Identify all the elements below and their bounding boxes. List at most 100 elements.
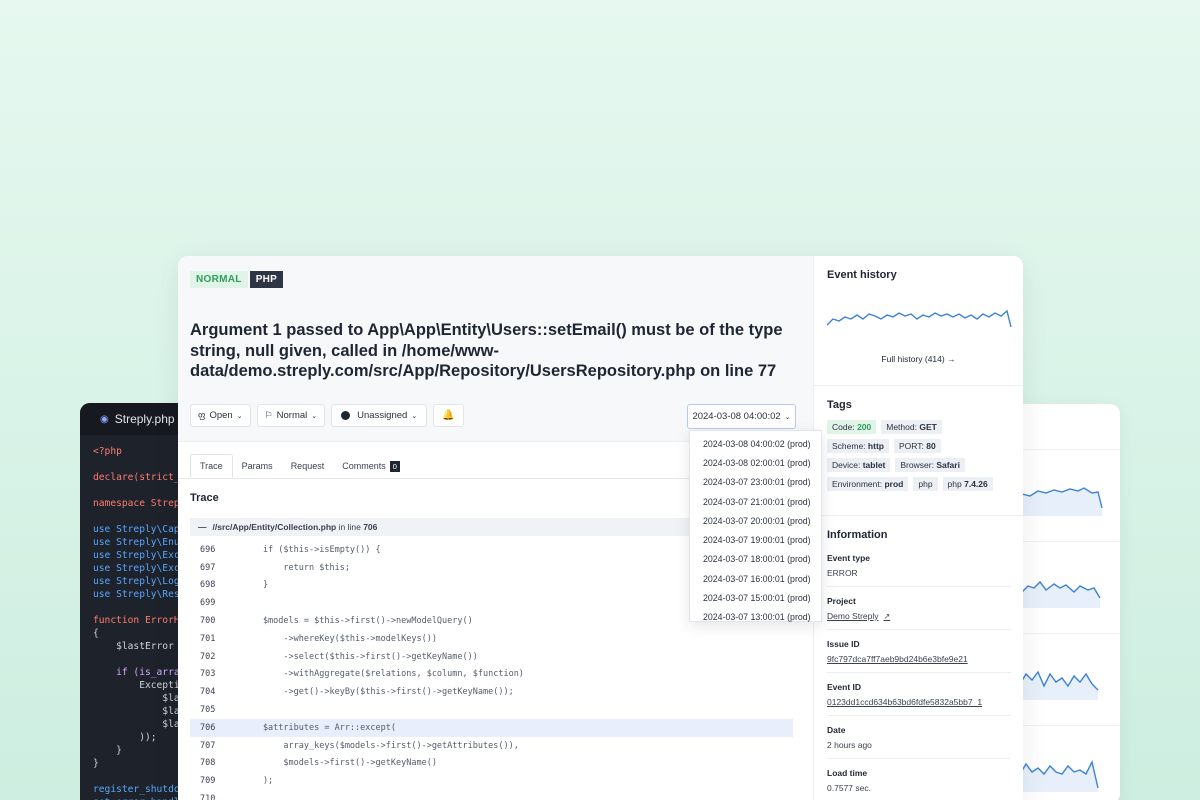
event-date-option[interactable]: 2024-03-07 21:00:01 (prod) (690, 492, 821, 511)
code-line: 702 ->select($this->first()->getKeyName(… (190, 648, 793, 666)
line-number: 701 (200, 633, 216, 644)
info-value[interactable]: Demo Streply ↗ (827, 611, 1011, 621)
info-value-text: 0.7577 sec. (827, 783, 871, 793)
tag-environment[interactable]: Environment: prod (827, 477, 909, 491)
line-code: array_keys($models->first()->getAttribut… (222, 740, 519, 751)
tag-value: 200 (857, 422, 872, 432)
info-value-text: Demo Streply (827, 611, 879, 621)
event-date-option[interactable]: 2024-03-07 23:00:01 (prod) (690, 473, 821, 492)
event-date-option[interactable]: 2024-03-07 16:00:01 (prod) (690, 569, 821, 588)
tag-value: Safari (936, 460, 960, 470)
info-row: Project Demo Streply ↗ (827, 587, 1011, 630)
info-value-text: ERROR (827, 568, 858, 578)
tags-title: Tags (827, 399, 852, 411)
info-value-text: 0123dd1ccd634b63bd6fdfe5832a5bb7_1 (827, 697, 983, 707)
chevron-down-icon: ⌄ (411, 412, 418, 420)
event-date-option[interactable]: 2024-03-07 15:00:01 (prod) (690, 588, 821, 607)
line-code: ->whereKey($this->modelKeys()) (222, 633, 437, 644)
tag-key: Environment: (832, 479, 883, 489)
status-dropdown[interactable]: ფ Open ⌄ (190, 404, 251, 427)
code-line: 710 (190, 790, 793, 800)
info-key: Load time (827, 768, 868, 778)
tag-key: PORT: (898, 441, 924, 451)
php-file-icon: ◉ (100, 413, 109, 425)
chevron-down-icon: ⌄ (784, 413, 791, 421)
external-link-icon: ↗ (883, 612, 891, 621)
tab-params[interactable]: Params (233, 454, 282, 478)
collapse-icon[interactable]: — (198, 522, 207, 532)
tab-request[interactable]: Request (282, 454, 334, 478)
tab-trace[interactable]: Trace (190, 454, 233, 478)
notify-button[interactable]: 🔔 (433, 404, 464, 427)
tag-value: prod (884, 479, 904, 489)
line-number: 703 (200, 669, 216, 680)
tag-php-version[interactable]: php 7.4.26 (942, 477, 993, 491)
line-code: } (222, 580, 269, 591)
tag-browser[interactable]: Browser: Safari (895, 458, 965, 472)
tab-comments[interactable]: Comments 0 (333, 454, 409, 478)
code-line: 705 (190, 701, 793, 719)
in-line-label: in line (338, 522, 361, 532)
line-number: 704 (200, 687, 216, 698)
issue-actions: ფ Open ⌄ ⚐ Normal ⌄ Unassigned ⌄ 🔔 (190, 404, 464, 427)
info-value[interactable]: 9fc797dca7ff7aeb9bd24b6e3bfe9e21 (827, 654, 1011, 664)
issue-title: Argument 1 passed to App\App\Entity\User… (190, 321, 783, 380)
tag-key: Code: (832, 422, 855, 432)
editor-tab-label: Streply.php (114, 412, 175, 426)
information-title: Information (827, 529, 888, 541)
tag-key: Scheme: (832, 441, 866, 451)
full-history-link[interactable]: Full history (414) → (827, 354, 1010, 364)
event-history-sparkline (826, 309, 1012, 328)
event-date-option[interactable]: 2024-03-08 02:00:01 (prod) (690, 453, 821, 472)
priority-dropdown[interactable]: ⚐ Normal ⌄ (256, 404, 326, 427)
code-line: 701 ->whereKey($this->modelKeys()) (190, 630, 793, 648)
code-line: 704 ->get()->keyBy($this->first()->getKe… (190, 683, 793, 701)
user-icon (341, 411, 351, 420)
tag-value: tablet (862, 460, 886, 470)
sparkline-chart (1014, 580, 1101, 608)
tag-key: Browser: (900, 460, 934, 470)
status-icon: ფ (198, 410, 206, 420)
event-date-option[interactable]: 2024-03-07 18:00:01 (prod) (690, 550, 821, 569)
assignee-dropdown[interactable]: Unassigned ⌄ (331, 404, 428, 427)
tag-code[interactable]: Code: 200 (827, 420, 877, 434)
event-date-option[interactable]: 2024-03-07 19:00:01 (prod) (690, 530, 821, 549)
tab-request-label: Request (290, 461, 325, 471)
event-date-value: 2024-03-08 04:00:02 (692, 411, 781, 422)
line-code: return $this; (222, 562, 350, 573)
language-badge: PHP (249, 271, 284, 288)
chevron-down-icon: ⌄ (311, 412, 318, 420)
info-row: Issue ID 9fc797dca7ff7aeb9bd24b6e3bfe9e21 (827, 630, 1011, 673)
sparkline-chart (1014, 486, 1103, 516)
line-code: if ($this->isEmpty()) { (222, 544, 381, 555)
detail-tabs: Trace Params Request Comments 0 (190, 454, 409, 478)
code-line: 707 array_keys($models->first()->getAttr… (190, 737, 793, 755)
line-code: ->select($this->first()->getKeyName()) (222, 651, 478, 662)
event-date-option[interactable]: 2024-03-08 04:00:02 (prod) (690, 434, 821, 453)
tag-value: http (867, 441, 884, 451)
line-code: ); (222, 776, 274, 787)
event-date-select[interactable]: 2024-03-08 04:00:02 ⌄ (687, 404, 796, 429)
tag-value: GET (919, 422, 937, 432)
event-date-option[interactable]: 2024-03-07 13:00:01 (prod) (690, 608, 821, 627)
info-row: Load time 0.7577 sec. (827, 759, 1011, 800)
line-number: 707 (200, 740, 216, 751)
line-number: 710 (200, 794, 216, 800)
info-row: Date 2 hours ago (827, 716, 1011, 759)
info-value: 2 hours ago (827, 740, 1011, 750)
info-value: ERROR (827, 568, 1011, 578)
tag-scheme[interactable]: Scheme: http (827, 439, 889, 453)
line-code: $models->first()->getKeyName() (222, 758, 437, 769)
event-date-option[interactable]: 2024-03-07 20:00:01 (prod) (690, 511, 821, 530)
line-number: 705 (200, 705, 216, 716)
tag-php[interactable]: php (913, 477, 938, 491)
issue-card: NORMAL PHP Argument 1 passed to App\App\… (178, 256, 1023, 800)
line-code: ->get()->keyBy($this->first()->getKeyNam… (222, 687, 514, 698)
tag-method[interactable]: Method: GET (881, 420, 942, 434)
info-value[interactable]: 0123dd1ccd634b63bd6fdfe5832a5bb7_1 (827, 697, 1011, 707)
tag-device[interactable]: Device: tablet (827, 458, 891, 472)
info-key: Issue ID (827, 639, 860, 649)
tag-port[interactable]: PORT: 80 (893, 439, 941, 453)
line-number: 698 (200, 580, 216, 591)
tags-list: Code: 200 Method: GET Scheme: http PORT:… (827, 420, 1007, 491)
